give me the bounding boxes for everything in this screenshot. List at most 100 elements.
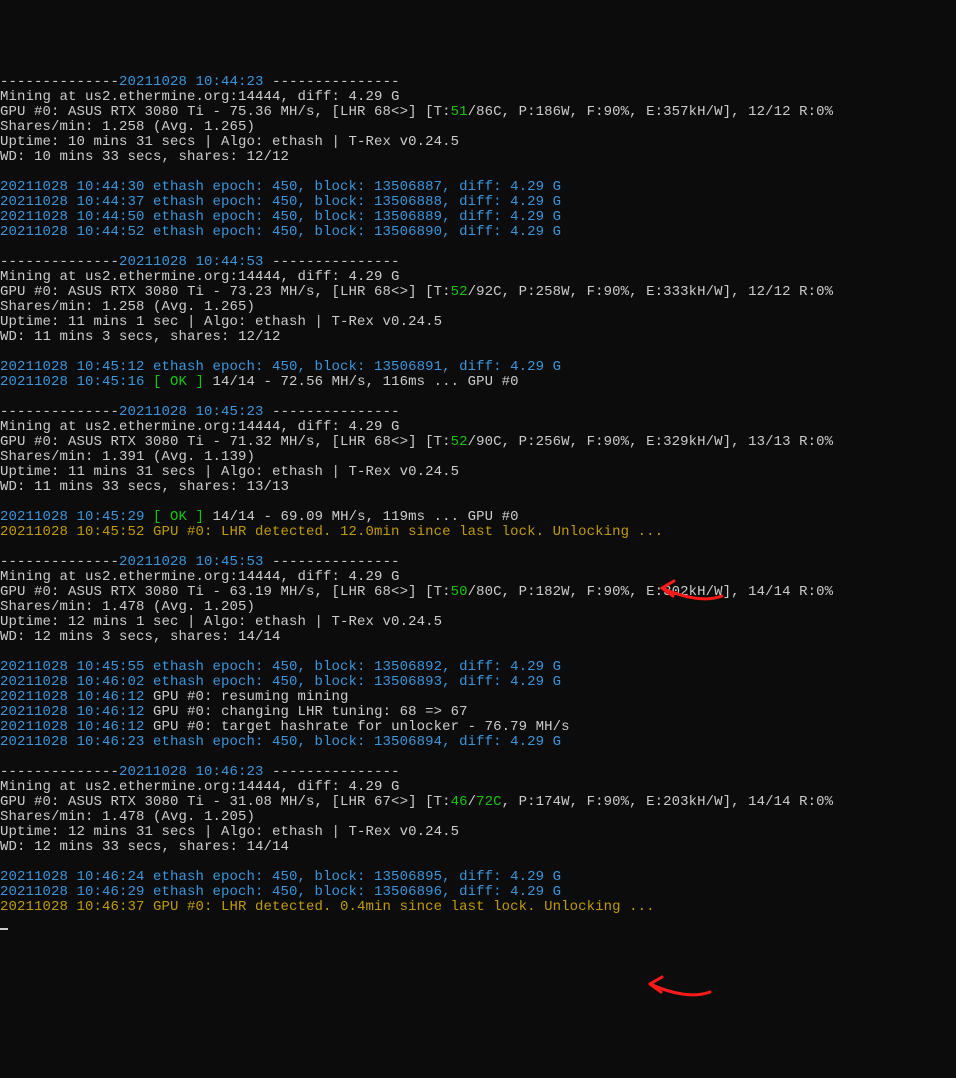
terminal-text: WD: 12 mins 33 secs, shares: 14/14 (0, 839, 289, 855)
terminal-text: [ OK ] (153, 509, 204, 525)
terminal-text: /80C, P:182W, F:90%, E:302kH/W], 14/14 R… (468, 584, 834, 600)
terminal-text: -------------- (0, 74, 119, 90)
terminal-text: /86C, P:186W, F:90%, E:357kH/W], 12/12 R… (468, 104, 834, 120)
terminal-text: Shares/min: 1.478 (Avg. 1.205) (0, 809, 255, 825)
terminal-line: --------------20211028 10:46:23 --------… (0, 765, 956, 780)
terminal-line (0, 390, 956, 405)
terminal-line (0, 645, 956, 660)
terminal-line: 20211028 10:46:37 GPU #0: LHR detected. … (0, 900, 956, 915)
terminal-line: Mining at us2.ethermine.org:14444, diff:… (0, 270, 956, 285)
terminal-line: 20211028 10:46:29 ethash epoch: 450, blo… (0, 885, 956, 900)
terminal-line: Uptime: 11 mins 1 sec | Algo: ethash | T… (0, 315, 956, 330)
annotation-arrow-icon (644, 970, 714, 1005)
terminal-text: 20211028 10:44:30 ethash epoch: 450, blo… (0, 179, 561, 195)
terminal-text: 52 (451, 434, 468, 450)
terminal-line (0, 345, 956, 360)
terminal-text: 20211028 10:46:23 (119, 764, 264, 780)
terminal-line: 20211028 10:45:16 [ OK ] 14/14 - 72.56 M… (0, 375, 956, 390)
terminal-line: Uptime: 11 mins 31 secs | Algo: ethash |… (0, 465, 956, 480)
terminal-text: 14/14 - 72.56 MH/s, 116ms ... GPU #0 (204, 374, 519, 390)
terminal-text: 20211028 10:46:12 (0, 704, 153, 720)
terminal-text: WD: 11 mins 33 secs, shares: 13/13 (0, 479, 289, 495)
terminal-text: 20211028 10:45:53 (119, 554, 264, 570)
terminal-text: Mining at us2.ethermine.org:14444, diff:… (0, 269, 400, 285)
terminal-text: Uptime: 11 mins 31 secs | Algo: ethash |… (0, 464, 459, 480)
terminal-line: --------------20211028 10:44:53 --------… (0, 255, 956, 270)
terminal-text: GPU #0: changing LHR tuning: 68 => 67 (153, 704, 468, 720)
terminal-text: -------------- (0, 764, 119, 780)
terminal-text: Mining at us2.ethermine.org:14444, diff:… (0, 779, 400, 795)
terminal-line: 20211028 10:44:50 ethash epoch: 450, blo… (0, 210, 956, 225)
terminal-line: GPU #0: ASUS RTX 3080 Ti - 63.19 MH/s, [… (0, 585, 956, 600)
terminal-text: /92C, P:258W, F:90%, E:333kH/W], 12/12 R… (468, 284, 834, 300)
terminal-line: 20211028 10:44:37 ethash epoch: 450, blo… (0, 195, 956, 210)
terminal-line: Mining at us2.ethermine.org:14444, diff:… (0, 90, 956, 105)
terminal-line: Shares/min: 1.258 (Avg. 1.265) (0, 300, 956, 315)
terminal-text: 20211028 10:46:29 ethash epoch: 450, blo… (0, 884, 561, 900)
terminal-text: 46 (451, 794, 468, 810)
terminal-text: 20211028 10:46:24 ethash epoch: 450, blo… (0, 869, 561, 885)
terminal-text: Shares/min: 1.258 (Avg. 1.265) (0, 299, 255, 315)
terminal-output[interactable]: --------------20211028 10:44:23 --------… (0, 75, 956, 1078)
terminal-text: , P:174W, F:90%, E:203kH/W], 14/14 R:0% (502, 794, 834, 810)
terminal-text: 72C (476, 794, 502, 810)
terminal-line: 20211028 10:46:12 GPU #0: resuming minin… (0, 690, 956, 705)
terminal-text: 20211028 10:45:12 ethash epoch: 450, blo… (0, 359, 561, 375)
terminal-text: --------------- (264, 74, 400, 90)
terminal-line: --------------20211028 10:44:23 --------… (0, 75, 956, 90)
terminal-text: --------------- (264, 404, 400, 420)
terminal-text: 20211028 10:46:12 (0, 689, 153, 705)
terminal-text: Shares/min: 1.478 (Avg. 1.205) (0, 599, 255, 615)
terminal-text: GPU #0: target hashrate for unlocker - 7… (153, 719, 570, 735)
terminal-text: Uptime: 12 mins 1 sec | Algo: ethash | T… (0, 614, 442, 630)
terminal-text: GPU #0: ASUS RTX 3080 Ti - 71.32 MH/s, [… (0, 434, 451, 450)
terminal-line: GPU #0: ASUS RTX 3080 Ti - 75.36 MH/s, [… (0, 105, 956, 120)
terminal-text: WD: 12 mins 3 secs, shares: 14/14 (0, 629, 281, 645)
terminal-text: 20211028 10:46:02 ethash epoch: 450, blo… (0, 674, 561, 690)
terminal-line: WD: 12 mins 3 secs, shares: 14/14 (0, 630, 956, 645)
terminal-text: 20211028 10:44:50 ethash epoch: 450, blo… (0, 209, 561, 225)
terminal-text: GPU #0: ASUS RTX 3080 Ti - 73.23 MH/s, [… (0, 284, 451, 300)
terminal-text: 20211028 10:45:55 ethash epoch: 450, blo… (0, 659, 561, 675)
terminal-line: Uptime: 12 mins 31 secs | Algo: ethash |… (0, 825, 956, 840)
terminal-text: 20211028 10:44:52 ethash epoch: 450, blo… (0, 224, 561, 240)
terminal-line: 20211028 10:45:52 GPU #0: LHR detected. … (0, 525, 956, 540)
terminal-text: GPU #0: ASUS RTX 3080 Ti - 75.36 MH/s, [… (0, 104, 451, 120)
terminal-text: --------------- (264, 254, 400, 270)
terminal-line: Uptime: 10 mins 31 secs | Algo: ethash |… (0, 135, 956, 150)
terminal-line: Mining at us2.ethermine.org:14444, diff:… (0, 570, 956, 585)
terminal-line: 20211028 10:45:55 ethash epoch: 450, blo… (0, 660, 956, 675)
terminal-line: WD: 11 mins 33 secs, shares: 13/13 (0, 480, 956, 495)
terminal-text: 50 (451, 584, 468, 600)
terminal-line: Uptime: 12 mins 1 sec | Algo: ethash | T… (0, 615, 956, 630)
terminal-line: Shares/min: 1.258 (Avg. 1.265) (0, 120, 956, 135)
terminal-text: --------------- (264, 554, 400, 570)
terminal-text: 20211028 10:46:12 (0, 719, 153, 735)
terminal-text: 20211028 10:45:29 (0, 509, 153, 525)
terminal-line: GPU #0: ASUS RTX 3080 Ti - 71.32 MH/s, [… (0, 435, 956, 450)
terminal-text: 20211028 10:44:23 (119, 74, 264, 90)
terminal-text: Shares/min: 1.391 (Avg. 1.139) (0, 449, 255, 465)
terminal-line: --------------20211028 10:45:23 --------… (0, 405, 956, 420)
terminal-line: Mining at us2.ethermine.org:14444, diff:… (0, 780, 956, 795)
terminal-text: Uptime: 10 mins 31 secs | Algo: ethash |… (0, 134, 459, 150)
terminal-line (0, 855, 956, 870)
terminal-line: 20211028 10:46:12 GPU #0: changing LHR t… (0, 705, 956, 720)
terminal-line: GPU #0: ASUS RTX 3080 Ti - 73.23 MH/s, [… (0, 285, 956, 300)
terminal-line: Mining at us2.ethermine.org:14444, diff:… (0, 420, 956, 435)
terminal-line: 20211028 10:45:29 [ OK ] 14/14 - 69.09 M… (0, 510, 956, 525)
terminal-line (0, 540, 956, 555)
terminal-line: --------------20211028 10:45:53 --------… (0, 555, 956, 570)
terminal-text: 20211028 10:46:23 ethash epoch: 450, blo… (0, 734, 561, 750)
terminal-line: 20211028 10:45:12 ethash epoch: 450, blo… (0, 360, 956, 375)
terminal-line (0, 165, 956, 180)
terminal-line: 20211028 10:44:30 ethash epoch: 450, blo… (0, 180, 956, 195)
terminal-text: 51 (451, 104, 468, 120)
terminal-text: Mining at us2.ethermine.org:14444, diff:… (0, 419, 400, 435)
terminal-line (0, 750, 956, 765)
terminal-text: 20211028 10:44:53 (119, 254, 264, 270)
terminal-text: /90C, P:256W, F:90%, E:329kH/W], 13/13 R… (468, 434, 834, 450)
terminal-line (0, 240, 956, 255)
terminal-text: --------------- (264, 764, 400, 780)
terminal-text: 20211028 10:44:37 ethash epoch: 450, blo… (0, 194, 561, 210)
